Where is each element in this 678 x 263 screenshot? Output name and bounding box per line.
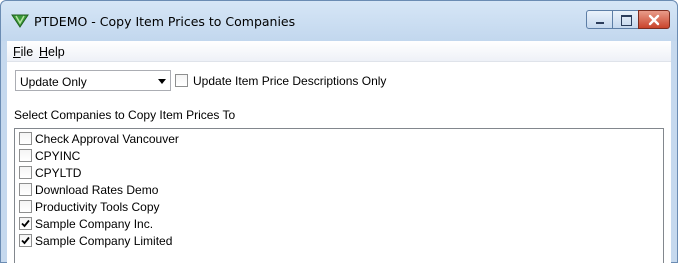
companies-label: Select Companies to Copy Item Prices To <box>14 108 236 122</box>
list-item[interactable]: Productivity Tools Copy <box>15 199 655 214</box>
company-checkbox[interactable] <box>19 166 32 179</box>
update-mode-value: Update Only <box>20 75 87 89</box>
company-checkbox[interactable] <box>19 183 32 196</box>
list-item[interactable]: Sample Company Limited <box>15 233 655 248</box>
minimize-button[interactable] <box>586 10 613 29</box>
checkmark-icon <box>21 219 30 228</box>
list-item[interactable]: CPYLTD <box>15 165 655 180</box>
companies-list[interactable]: Check Approval Vancouver CPYINC CPYLTD D… <box>14 128 664 263</box>
maximize-button[interactable] <box>612 10 639 29</box>
company-checkbox[interactable] <box>19 217 32 230</box>
list-item[interactable]: Download Rates Demo <box>15 182 655 197</box>
company-label: Sample Company Limited <box>35 234 173 248</box>
company-label: Productivity Tools Copy <box>35 200 160 214</box>
descriptions-only-label: Update Item Price Descriptions Only <box>193 74 387 88</box>
list-item[interactable]: Check Approval Vancouver <box>15 131 655 146</box>
company-label: Check Approval Vancouver <box>35 132 179 146</box>
company-label: Download Rates Demo <box>35 183 159 197</box>
descriptions-only-checkbox[interactable] <box>175 74 188 87</box>
close-button[interactable] <box>638 10 670 29</box>
company-checkbox[interactable] <box>19 132 32 145</box>
company-checkbox[interactable] <box>19 200 32 213</box>
app-window: PTDEMO - Copy Item Prices to Companies F… <box>0 0 678 263</box>
company-checkbox[interactable] <box>19 149 32 162</box>
update-mode-dropdown[interactable]: Update Only <box>15 70 171 91</box>
app-icon <box>11 13 29 29</box>
window-title: PTDEMO - Copy Item Prices to Companies <box>34 14 296 29</box>
company-label: CPYLTD <box>35 166 82 180</box>
chevron-down-icon <box>158 79 166 84</box>
list-item[interactable]: Sample Company Inc. <box>15 216 655 231</box>
client-area: File Help Update Only Update Item Price … <box>7 41 671 263</box>
company-checkbox[interactable] <box>19 234 32 247</box>
title-bar[interactable]: PTDEMO - Copy Item Prices to Companies <box>1 1 677 41</box>
menu-bar: File Help <box>7 41 671 62</box>
list-item[interactable]: CPYINC <box>15 148 655 163</box>
company-label: Sample Company Inc. <box>35 217 154 231</box>
close-icon <box>648 14 660 26</box>
company-label: CPYINC <box>35 149 81 163</box>
menu-file[interactable]: File <box>13 45 33 59</box>
checkmark-icon <box>21 236 30 245</box>
menu-help[interactable]: Help <box>39 45 65 59</box>
